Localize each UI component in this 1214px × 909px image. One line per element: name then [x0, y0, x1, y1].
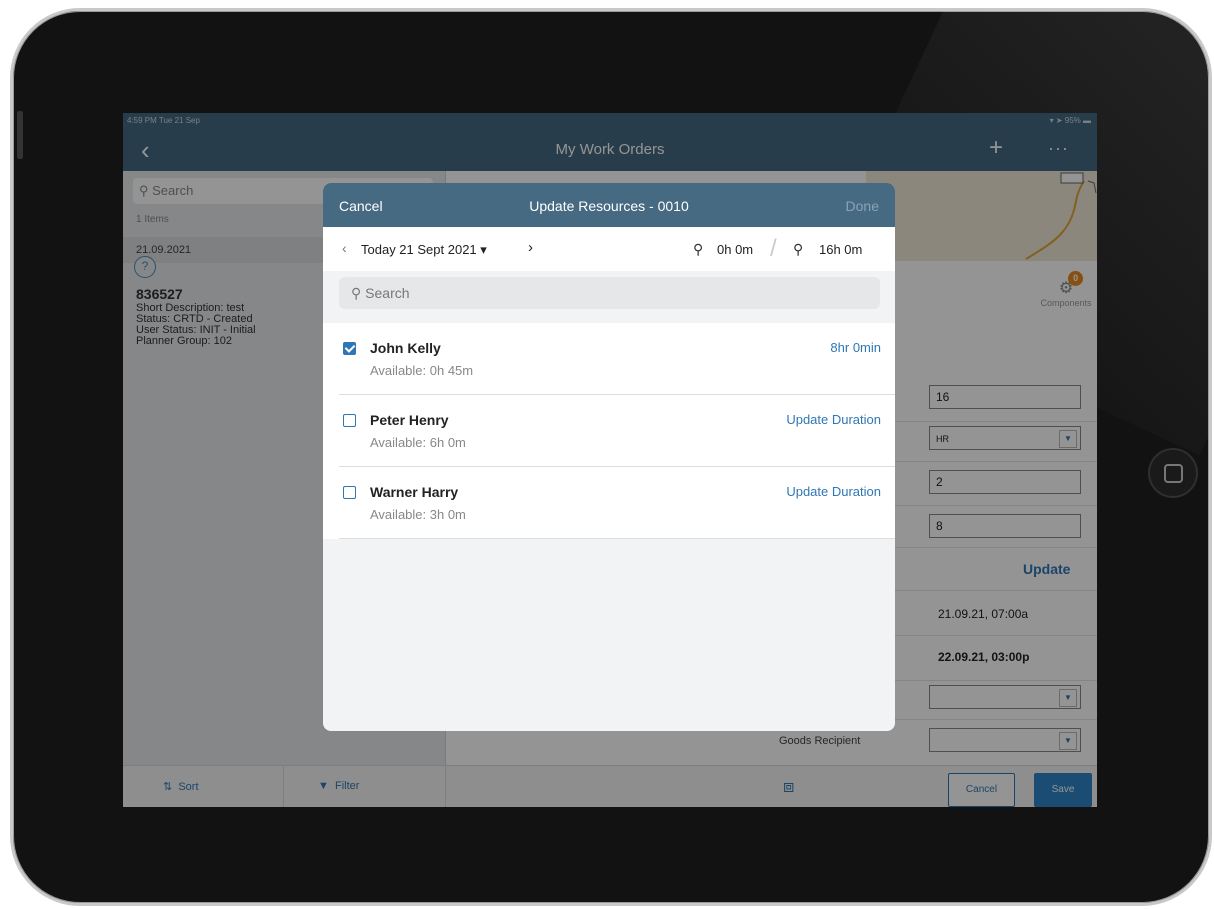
- caret-down-icon: ▾: [480, 242, 487, 257]
- update-resources-modal: Cancel Update Resources - 0010 Done ‹ To…: [323, 183, 895, 731]
- date-picker[interactable]: Today 21 Sept 2021 ▾: [361, 242, 487, 258]
- search-icon: ⚲: [351, 285, 362, 301]
- chevron-left-icon[interactable]: ‹: [342, 240, 347, 256]
- list-item[interactable]: John Kelly Available: 0h 45m 8hr 0min: [323, 323, 895, 395]
- total-resources-icon: ⚲: [793, 241, 804, 257]
- resource-checkbox[interactable]: [343, 414, 356, 427]
- update-duration-link[interactable]: Update Duration: [786, 484, 881, 499]
- resource-list: John Kelly Available: 0h 45m 8hr 0min Pe…: [323, 323, 895, 539]
- modal-title: Update Resources - 0010: [529, 198, 689, 214]
- divider: /: [770, 235, 777, 262]
- resource-name: Warner Harry: [370, 484, 459, 500]
- chevron-right-icon[interactable]: ›: [528, 239, 533, 256]
- divider: [339, 538, 895, 539]
- duration-link[interactable]: 8hr 0min: [830, 340, 881, 355]
- list-item[interactable]: Peter Henry Available: 6h 0m Update Dura…: [323, 395, 895, 467]
- home-icon: [1164, 464, 1183, 483]
- modal-done-button[interactable]: Done: [846, 198, 879, 214]
- hours-total: 16h 0m: [819, 242, 863, 257]
- resource-checkbox[interactable]: [343, 486, 356, 499]
- home-button[interactable]: [1148, 448, 1198, 498]
- hours-assigned: 0h 0m: [717, 242, 754, 257]
- update-duration-link[interactable]: Update Duration: [786, 412, 881, 427]
- resource-availability: Available: 0h 45m: [370, 363, 474, 378]
- resource-availability: Available: 6h 0m: [370, 435, 466, 450]
- resource-name: Peter Henry: [370, 412, 449, 428]
- side-button: [17, 111, 23, 159]
- list-item[interactable]: Warner Harry Available: 3h 0m Update Dur…: [323, 467, 895, 539]
- resource-search-input[interactable]: ⚲ Search: [339, 277, 880, 309]
- modal-header: Cancel Update Resources - 0010 Done: [323, 183, 895, 227]
- resource-availability: Available: 3h 0m: [370, 507, 466, 522]
- date-navigator: ‹ Today 21 Sept 2021 ▾ › ⚲ 0h 0m / ⚲ 16h…: [323, 227, 895, 271]
- resource-checkbox[interactable]: [343, 342, 356, 355]
- resource-name: John Kelly: [370, 340, 441, 356]
- app-screen: 4:59 PM Tue 21 Sep ▾ ➤ 95% ▬ ‹ My Work O…: [123, 113, 1097, 807]
- assigned-resource-icon: ⚲: [693, 241, 704, 257]
